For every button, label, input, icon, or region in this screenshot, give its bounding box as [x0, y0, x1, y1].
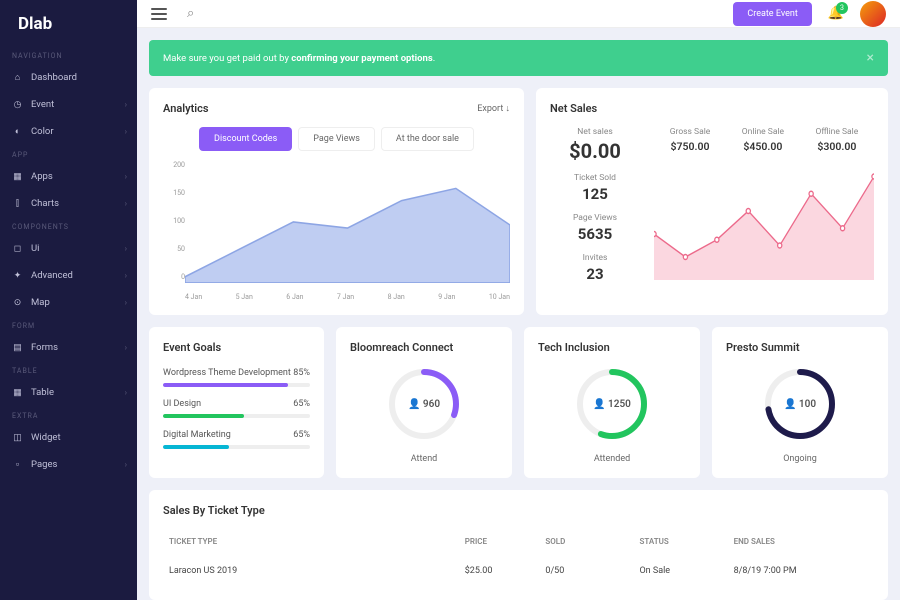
- sidebar-item-apps[interactable]: ▦Apps›: [0, 163, 137, 190]
- section-label: APP: [0, 145, 137, 163]
- section-label: COMPONENTS: [0, 217, 137, 235]
- net-sales-title: Net Sales: [550, 102, 874, 115]
- sidebar-item-event[interactable]: ◷Event›: [0, 91, 137, 118]
- logo: Dlab: [0, 14, 137, 46]
- chevron-right-icon: ›: [125, 244, 127, 253]
- sidebar-item-color[interactable]: ◐Color›: [0, 118, 137, 145]
- charts-icon: ⫿: [12, 198, 23, 209]
- stat-net-sales: Net sales$0.00: [550, 127, 640, 163]
- donut-card-bloomreach-connect: Bloomreach Connect👤 960Attend: [336, 327, 512, 478]
- chevron-right-icon: ›: [125, 199, 127, 208]
- analytics-title: Analytics: [163, 102, 209, 115]
- stat-ticket-sold: Ticket Sold125: [550, 173, 640, 203]
- section-label: FORM: [0, 316, 137, 334]
- event-goals-card: Event Goals Wordpress Theme Development8…: [149, 327, 324, 478]
- section-label: TABLE: [0, 361, 137, 379]
- sidebar-item-dashboard[interactable]: ⌂Dashboard: [0, 64, 137, 91]
- sidebar-item-map[interactable]: ⊙Map›: [0, 289, 137, 316]
- goal-item: UI Design65%: [163, 399, 310, 418]
- chevron-right-icon: ›: [125, 460, 127, 469]
- section-label: EXTRA: [0, 406, 137, 424]
- goal-item: Wordpress Theme Development85%: [163, 368, 310, 387]
- sale-offline-sale: Offline Sale$300.00: [816, 127, 859, 153]
- ui-icon: ◻: [12, 243, 23, 254]
- apps-icon: ▦: [12, 171, 23, 182]
- close-icon[interactable]: ×: [867, 50, 874, 66]
- advanced-icon: ✦: [12, 270, 23, 281]
- sidebar: Dlab NAVIGATION⌂Dashboard◷Event›◐Color›A…: [0, 0, 137, 600]
- sidebar-item-table[interactable]: ▦Table›: [0, 379, 137, 406]
- chevron-right-icon: ›: [125, 343, 127, 352]
- table-header: END SALES: [734, 537, 868, 546]
- stat-page-views: Page Views5635: [550, 213, 640, 243]
- sidebar-item-ui[interactable]: ◻Ui›: [0, 235, 137, 262]
- chevron-right-icon: ›: [125, 298, 127, 307]
- chevron-right-icon: ›: [125, 388, 127, 397]
- search-icon[interactable]: ⌕: [187, 6, 194, 21]
- color-icon: ◐: [12, 126, 23, 137]
- widget-icon: ◫: [12, 432, 23, 443]
- map-icon: ⊙: [12, 297, 23, 308]
- sidebar-item-advanced[interactable]: ✦Advanced›: [0, 262, 137, 289]
- avatar[interactable]: [860, 1, 886, 27]
- sidebar-item-charts[interactable]: ⫿Charts›: [0, 190, 137, 217]
- goal-item: Digital Marketing65%: [163, 430, 310, 449]
- chevron-right-icon: ›: [125, 172, 127, 181]
- sales-table-card: Sales By Ticket Type TICKET TYPEPRICESOL…: [149, 490, 888, 600]
- section-label: NAVIGATION: [0, 46, 137, 64]
- analytics-chart: 200150100500 4 Jan5 Jan6 Jan7 Jan8 Jan9 …: [163, 161, 510, 301]
- sale-gross-sale: Gross Sale$750.00: [670, 127, 711, 153]
- sales-table-title: Sales By Ticket Type: [163, 504, 874, 517]
- table-icon: ▦: [12, 387, 23, 398]
- net-sales-chart: [654, 165, 874, 280]
- topbar: ⌕ Create Event 🔔3: [137, 0, 900, 28]
- chevron-right-icon: ›: [125, 127, 127, 136]
- net-sales-card: Net Sales Net sales$0.00 Ticket Sold125 Pa…: [536, 88, 888, 315]
- event-icon: ◷: [12, 99, 23, 110]
- notification-badge: 3: [836, 2, 848, 14]
- event-goals-title: Event Goals: [163, 341, 310, 354]
- donut-card-tech-inclusion: Tech Inclusion👤 1250Attended: [524, 327, 700, 478]
- table-header: STATUS: [639, 537, 733, 546]
- alert-banner: Make sure you get paid out by confirming…: [149, 40, 888, 76]
- chevron-right-icon: ›: [125, 100, 127, 109]
- pages-icon: ▫: [12, 459, 23, 470]
- tab-at-the-door-sale[interactable]: At the door sale: [381, 127, 474, 151]
- tab-discount-codes[interactable]: Discount Codes: [199, 127, 292, 151]
- sidebar-item-widget[interactable]: ◫Widget: [0, 424, 137, 451]
- table-header: TICKET TYPE: [169, 537, 465, 546]
- sidebar-item-forms[interactable]: ▤Forms›: [0, 334, 137, 361]
- table-header: SOLD: [545, 537, 639, 546]
- chevron-right-icon: ›: [125, 271, 127, 280]
- tab-page-views[interactable]: Page Views: [298, 127, 375, 151]
- table-row[interactable]: Laracon US 2019$25.000/50On Sale8/8/19 7…: [163, 556, 874, 586]
- export-button[interactable]: Export ↓: [477, 103, 510, 114]
- analytics-card: Analytics Export ↓ Discount CodesPage Vi…: [149, 88, 524, 315]
- sale-online-sale: Online Sale$450.00: [742, 127, 784, 153]
- table-header: PRICE: [465, 537, 546, 546]
- create-event-button[interactable]: Create Event: [733, 2, 811, 26]
- forms-icon: ▤: [12, 342, 23, 353]
- donut-card-presto-summit: Presto Summit👤 100Ongoing: [712, 327, 888, 478]
- stat-invites: Invites23: [550, 253, 640, 283]
- menu-toggle-icon[interactable]: [151, 8, 167, 20]
- dashboard-icon: ⌂: [12, 72, 23, 83]
- sidebar-item-pages[interactable]: ▫Pages›: [0, 451, 137, 478]
- notifications-icon[interactable]: 🔔3: [822, 0, 850, 27]
